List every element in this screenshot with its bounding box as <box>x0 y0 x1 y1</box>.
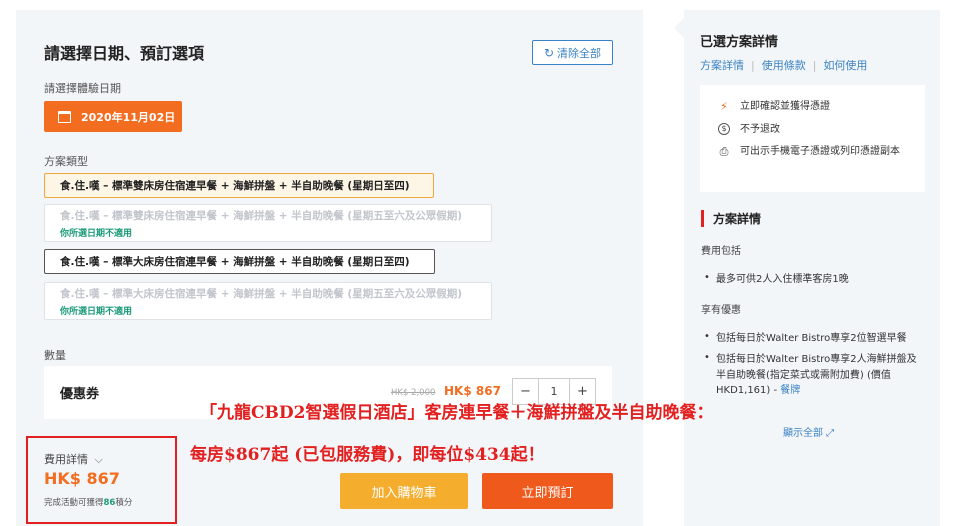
includes-label: 費用包括 <box>701 246 741 257</box>
points-note-suffix: 積分 <box>115 498 133 508</box>
show-all-link[interactable]: 顯示全部 ⤢ <box>783 424 834 439</box>
list-item: • 包括每日於Walter Bistro專享2位智選早餐 <box>704 331 926 347</box>
date-picker-button[interactable]: 2020年11月02日 <box>44 101 182 132</box>
fee-details-toggle[interactable]: 費用詳情 ⌵ <box>44 451 103 467</box>
plan-name: 食.住.嘆 – 標準大床房住宿連早餐 + 海鮮拼盤 + 半自助晚餐 (星期日至四… <box>60 256 410 268</box>
bolt-icon: ⚡ <box>720 100 728 113</box>
ticket-price: HK$ 867 <box>444 384 501 398</box>
plan-option-double-weekday[interactable]: 食.住.嘆 – 標準大床房住宿連早餐 + 海鮮拼盤 + 半自助晚餐 (星期日至四… <box>44 249 435 274</box>
promo-overlay-line-1: 「九龍CBD2智選假日酒店」客房連早餐＋海鮮拼盤及半自助晚餐： <box>200 403 714 423</box>
link-terms[interactable]: 使用條款 <box>762 57 806 73</box>
list-item: • 最多可供2人入住標準客房1晚 <box>704 272 926 288</box>
feature-instant-confirm: ⚡ 立即確認並獲得憑證 <box>718 100 915 115</box>
fee-details-label: 費用詳情 <box>44 453 88 466</box>
date-label: 請選擇體驗日期 <box>44 82 121 95</box>
printer-icon: ⎙ <box>719 145 729 158</box>
plan-unavailable-note: 你所選日期不適用 <box>60 228 133 239</box>
plan-type-label: 方案類型 <box>44 155 88 168</box>
ticket-name: 優惠券 <box>60 387 100 402</box>
add-to-cart-button[interactable]: 加入購物車 <box>340 473 468 509</box>
calendar-icon <box>58 110 71 123</box>
page-title: 請選擇日期、預訂選項 <box>44 44 205 63</box>
plan-unavailable-note: 你所選日期不適用 <box>60 306 133 317</box>
plan-details-heading: 方案詳情 <box>701 210 761 227</box>
refresh-icon: ↻ <box>543 45 555 60</box>
plan-name: 食.住.嘆 – 標準大床房住宿連早餐 + 海鮮拼盤 + 半自助晚餐 (星期五至六… <box>60 287 463 300</box>
link-how-to-use[interactable]: 如何使用 <box>823 57 867 73</box>
details-panel-pointer <box>674 18 684 38</box>
plan-name: 食.住.嘆 – 標準雙床房住宿連早餐 + 海鮮拼盤 + 半自助晚餐 (星期五至六… <box>60 209 463 222</box>
selected-plan-title: 已選方案詳情 <box>700 35 779 50</box>
points-note: 完成活動可獲得86積分 <box>44 496 132 508</box>
promo-overlay-line-2: 每房$867起 (已包服務費)，即每位$434起！ <box>190 445 545 465</box>
total-price: HK$ 867 <box>44 469 120 488</box>
points-value: 86 <box>103 498 116 508</box>
points-note-prefix: 完成活動可獲得 <box>44 498 104 508</box>
link-plan-details[interactable]: 方案詳情 <box>700 57 744 73</box>
feature-voucher: ⎙ 可出示手機電子憑證或列印憑證副本 <box>718 145 915 160</box>
perk-text: 包括每日於Walter Bistro專享2人海鮮拼盤及半自助晚餐(指定菜式或需附… <box>716 354 917 396</box>
clear-all-label: 清除全部 <box>557 46 602 60</box>
feature-text: 不予退改 <box>740 124 780 135</box>
feature-no-refund: $ 不予退改 <box>718 123 915 138</box>
details-links: 方案詳情 | 使用條款 | 如何使用 <box>700 57 868 73</box>
clear-all-button[interactable]: ↻ 清除全部 <box>532 40 613 65</box>
book-now-button[interactable]: 立即預訂 <box>482 473 613 509</box>
perks-label: 享有優惠 <box>701 305 741 316</box>
perk-text: 包括每日於Walter Bistro專享2位智選早餐 <box>716 333 907 344</box>
feature-text: 可出示手機電子憑證或列印憑證副本 <box>740 146 900 157</box>
list-item: • 包括每日於Walter Bistro專享2人海鮮拼盤及半自助晚餐(指定菜式或… <box>704 352 917 396</box>
date-value: 2020年11月02日 <box>81 110 176 124</box>
plan-name: 食.住.嘆 – 標準雙床房住宿連早餐 + 海鮮拼盤 + 半自助晚餐 (星期日至四… <box>60 180 410 192</box>
menu-link[interactable]: 餐牌 <box>780 385 800 396</box>
include-text: 最多可供2人入住標準客房1晚 <box>716 274 849 285</box>
refund-icon: $ <box>718 123 730 135</box>
quantity-label: 數量 <box>44 349 66 362</box>
plan-option-twin-weekend[interactable]: 食.住.嘆 – 標準雙床房住宿連早餐 + 海鮮拼盤 + 半自助晚餐 (星期五至六… <box>44 204 492 242</box>
original-price: HK$ 2,000 <box>391 388 436 398</box>
feature-text: 立即確認並獲得憑證 <box>740 101 830 112</box>
plan-option-double-weekend[interactable]: 食.住.嘆 – 標準大床房住宿連早餐 + 海鮮拼盤 + 半自助晚餐 (星期五至六… <box>44 282 492 320</box>
chevron-down-icon: ⌵ <box>94 453 103 466</box>
plan-option-twin-weekday[interactable]: 食.住.嘆 – 標準雙床房住宿連早餐 + 海鮮拼盤 + 半自助晚餐 (星期日至四… <box>44 173 434 198</box>
